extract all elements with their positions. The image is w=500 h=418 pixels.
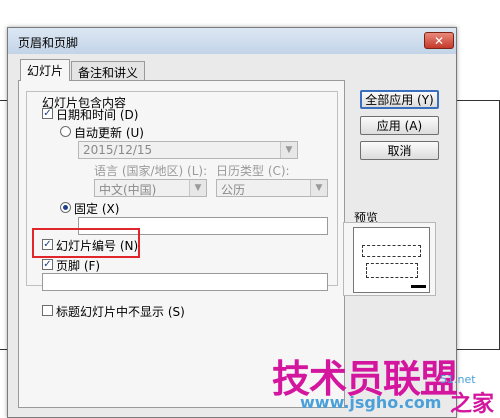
slide-frame-line-right bbox=[455, 100, 500, 101]
footer-input[interactable] bbox=[42, 273, 328, 291]
cancel-button[interactable]: 取消 bbox=[360, 141, 439, 160]
language-select[interactable]: 中文(中国) ▼ bbox=[94, 179, 207, 197]
apply-all-button[interactable]: 全部应用 (Y) bbox=[360, 90, 439, 109]
chevron-down-icon: ▼ bbox=[280, 142, 297, 158]
footer-label: 页脚 (F) bbox=[56, 259, 101, 273]
slide-frame-line-right-bottom bbox=[455, 349, 500, 350]
fixed-radio[interactable] bbox=[60, 202, 71, 213]
watermark-small: 51.net bbox=[440, 373, 476, 386]
close-button[interactable]: ✕ bbox=[424, 32, 454, 49]
fixed-label: 固定 (X) bbox=[74, 202, 120, 216]
preview-slide-thumbnail bbox=[353, 227, 430, 293]
preview-body-placeholder bbox=[366, 263, 418, 278]
auto-update-radio[interactable] bbox=[60, 126, 71, 137]
calendar-type-select[interactable]: 公历 ▼ bbox=[216, 179, 328, 197]
dialog-title: 页眉和页脚 bbox=[18, 36, 79, 50]
footer-checkbox[interactable]: ✓ bbox=[42, 259, 53, 270]
date-format-select[interactable]: 2015/12/15 ▼ bbox=[78, 141, 298, 159]
language-label: 语言 (国家/地区) (L): bbox=[94, 164, 208, 178]
tab-notes-handouts[interactable]: 备注和讲义 bbox=[71, 61, 146, 80]
preview-title-placeholder bbox=[362, 245, 421, 257]
datetime-checkbox[interactable]: ✓ bbox=[42, 108, 53, 119]
watermark-site: www.jsgho.com bbox=[300, 393, 442, 412]
hide-on-title-slide-label: 标题幻灯片中不显示 (S) bbox=[56, 305, 185, 319]
apply-label: 应用 (A) bbox=[376, 119, 423, 133]
preview-slide-number-mark bbox=[411, 285, 426, 288]
chevron-down-icon: ▼ bbox=[189, 180, 206, 196]
tab-slide-label: 幻灯片 bbox=[27, 64, 64, 78]
date-format-value: 2015/12/15 bbox=[83, 143, 153, 157]
tab-slide[interactable]: 幻灯片 bbox=[20, 59, 71, 81]
chevron-down-icon: ▼ bbox=[310, 180, 327, 196]
watermark-tail: 之家 bbox=[450, 392, 495, 417]
calendar-type-value: 公历 bbox=[221, 183, 246, 197]
dialog-titlebar[interactable]: 页眉和页脚 ✕ bbox=[8, 28, 456, 54]
language-value: 中文(中国) bbox=[99, 183, 157, 197]
close-icon: ✕ bbox=[433, 33, 445, 48]
apply-all-label: 全部应用 (Y) bbox=[365, 93, 434, 107]
auto-update-label: 自动更新 (U) bbox=[74, 126, 144, 140]
hide-on-title-slide-checkbox[interactable] bbox=[42, 305, 53, 316]
calendar-type-label: 日历类型 (C): bbox=[216, 164, 290, 178]
tab-notes-handouts-label: 备注和讲义 bbox=[78, 66, 139, 80]
apply-button[interactable]: 应用 (A) bbox=[360, 116, 439, 135]
slide-number-highlight bbox=[32, 228, 140, 258]
datetime-label: 日期和时间 (D) bbox=[56, 108, 139, 122]
cancel-label: 取消 bbox=[387, 144, 412, 158]
